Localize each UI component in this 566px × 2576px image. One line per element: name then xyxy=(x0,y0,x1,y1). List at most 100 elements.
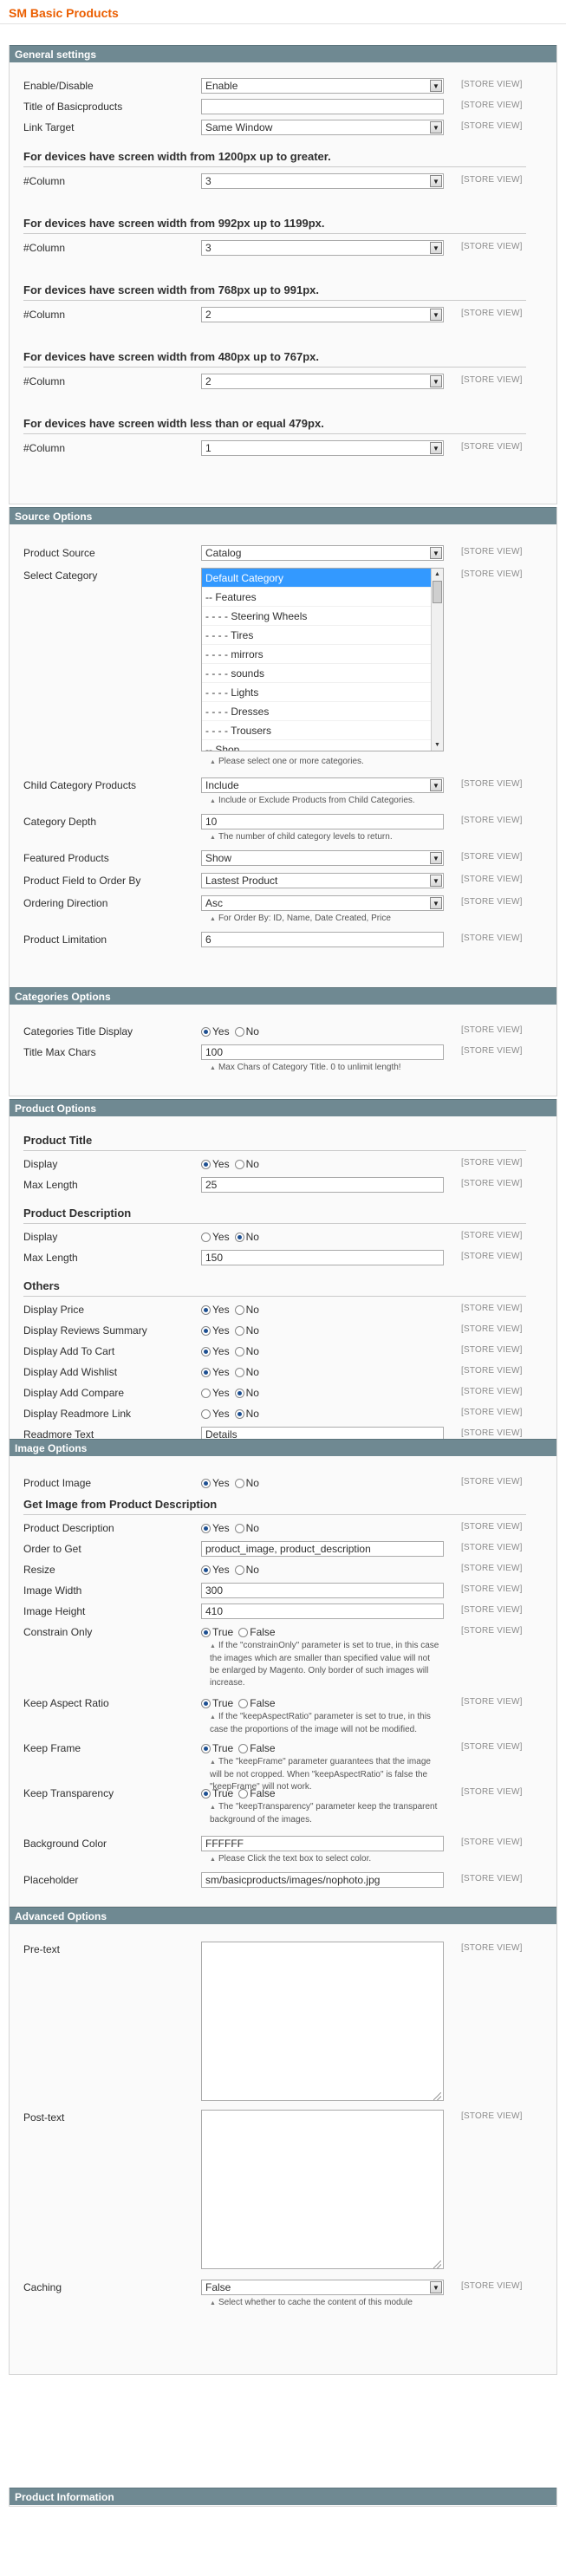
column-select-2[interactable]: 3 ▼ xyxy=(201,240,444,256)
category-option[interactable]: - - - - Tires xyxy=(202,626,443,645)
radio-circle-icon[interactable] xyxy=(201,1409,211,1419)
category-option[interactable]: -- Features xyxy=(202,588,443,607)
reviews-radios[interactable]: Yes No xyxy=(201,1324,264,1337)
radio-circle-icon[interactable] xyxy=(234,1524,244,1533)
constrain-radios[interactable]: True False xyxy=(201,1626,281,1638)
radio-no[interactable]: False xyxy=(238,1742,276,1754)
section-header-info[interactable]: Product Information xyxy=(10,2488,556,2505)
radio-yes[interactable]: Yes xyxy=(201,1408,230,1420)
radio-yes[interactable]: True xyxy=(201,1697,233,1709)
placeholder-input[interactable]: sm/basicproducts/images/nophoto.jpg xyxy=(201,1872,444,1888)
category-option[interactable]: - - - - Steering Wheels xyxy=(202,607,443,626)
radio-no[interactable]: No xyxy=(234,1025,259,1038)
enable-select[interactable]: Enable ▼ xyxy=(201,78,444,94)
radio-yes[interactable]: Yes xyxy=(201,1522,230,1534)
radio-circle-icon[interactable] xyxy=(201,1347,211,1356)
scrollbar[interactable]: ▲ ▼ xyxy=(431,569,443,751)
radio-circle-icon[interactable] xyxy=(201,1628,211,1637)
radio-circle-icon[interactable] xyxy=(234,1027,244,1037)
radio-circle-icon[interactable] xyxy=(201,1160,211,1169)
child-category-select[interactable]: Include ▼ xyxy=(201,777,444,793)
radio-circle-icon[interactable] xyxy=(234,1565,244,1575)
desc-max-input[interactable]: 150 xyxy=(201,1250,444,1265)
transparency-radios[interactable]: True False xyxy=(201,1787,281,1799)
section-header-advanced[interactable]: Advanced Options xyxy=(10,1907,556,1924)
aspect-radios[interactable]: True False xyxy=(201,1697,281,1709)
link-target-select[interactable]: Same Window ▼ xyxy=(201,120,444,135)
radio-circle-icon[interactable] xyxy=(201,1744,211,1753)
radio-yes[interactable]: Yes xyxy=(201,1324,230,1337)
height-input[interactable]: 410 xyxy=(201,1603,444,1619)
radio-circle-icon[interactable] xyxy=(201,1479,211,1488)
radio-yes[interactable]: True xyxy=(201,1626,233,1638)
radio-circle-icon[interactable] xyxy=(234,1305,244,1315)
product-source-select[interactable]: Catalog ▼ xyxy=(201,545,444,561)
radio-circle-icon[interactable] xyxy=(201,1305,211,1315)
radio-circle-icon[interactable] xyxy=(201,1233,211,1242)
radio-no[interactable]: No xyxy=(234,1345,259,1357)
radio-circle-icon[interactable] xyxy=(234,1160,244,1169)
radio-circle-icon[interactable] xyxy=(234,1233,244,1242)
radio-circle-icon[interactable] xyxy=(201,1389,211,1398)
resize-handle[interactable] xyxy=(433,2092,441,2100)
section-header-general[interactable]: General settings xyxy=(10,45,556,62)
resize-handle[interactable] xyxy=(433,2261,441,2268)
readmore-radios[interactable]: Yes No xyxy=(201,1408,264,1420)
radio-no[interactable]: No xyxy=(234,1387,259,1399)
radio-no[interactable]: No xyxy=(234,1477,259,1489)
pretext-textarea[interactable] xyxy=(201,1942,444,2101)
featured-select[interactable]: Show ▼ xyxy=(201,850,444,866)
section-header-categories[interactable]: Categories Options xyxy=(10,987,556,1005)
radio-yes[interactable]: Yes xyxy=(201,1564,230,1576)
radio-no[interactable]: No xyxy=(234,1408,259,1420)
radio-circle-icon[interactable] xyxy=(238,1699,249,1708)
section-header-source[interactable]: Source Options xyxy=(10,507,556,524)
column-select-1[interactable]: 3 ▼ xyxy=(201,173,444,189)
radio-circle-icon[interactable] xyxy=(201,1789,211,1799)
max-chars-input[interactable]: 100 xyxy=(201,1044,444,1060)
width-input[interactable]: 300 xyxy=(201,1583,444,1598)
radio-circle-icon[interactable] xyxy=(238,1789,249,1799)
radio-yes[interactable]: Yes xyxy=(201,1387,230,1399)
radio-circle-icon[interactable] xyxy=(238,1628,249,1637)
radio-no[interactable]: False xyxy=(238,1626,276,1638)
radio-yes[interactable]: Yes xyxy=(201,1345,230,1357)
category-option[interactable]: -- Shop xyxy=(202,740,443,751)
caching-select[interactable]: False ▼ xyxy=(201,2280,444,2295)
radio-yes[interactable]: Yes xyxy=(201,1158,230,1170)
bg-color-input[interactable]: FFFFFF xyxy=(201,1836,444,1851)
radio-circle-icon[interactable] xyxy=(234,1326,244,1336)
column-select-4[interactable]: 2 ▼ xyxy=(201,374,444,389)
radio-yes[interactable]: Yes xyxy=(201,1231,230,1243)
compare-radios[interactable]: Yes No xyxy=(201,1387,264,1399)
title-max-input[interactable]: 25 xyxy=(201,1177,444,1193)
product-desc-radios[interactable]: Yes No xyxy=(201,1522,264,1534)
category-option[interactable]: - - - - Lights xyxy=(202,683,443,702)
radio-circle-icon[interactable] xyxy=(201,1326,211,1336)
radio-circle-icon[interactable] xyxy=(201,1524,211,1533)
scroll-thumb[interactable] xyxy=(433,581,442,603)
resize-radios[interactable]: Yes No xyxy=(201,1564,264,1576)
column-select-3[interactable]: 2 ▼ xyxy=(201,307,444,322)
radio-no[interactable]: No xyxy=(234,1522,259,1534)
scroll-up-icon[interactable]: ▲ xyxy=(432,569,443,580)
radio-yes[interactable]: Yes xyxy=(201,1304,230,1316)
radio-no[interactable]: No xyxy=(234,1366,259,1378)
category-option[interactable]: - - - - Trousers xyxy=(202,721,443,740)
price-radios[interactable]: Yes No xyxy=(201,1304,264,1316)
radio-yes[interactable]: True xyxy=(201,1787,233,1799)
radio-yes[interactable]: Yes xyxy=(201,1477,230,1489)
cart-radios[interactable]: Yes No xyxy=(201,1345,264,1357)
order-by-select[interactable]: Lastest Product ▼ xyxy=(201,873,444,888)
radio-yes[interactable]: Yes xyxy=(201,1366,230,1378)
radio-no[interactable]: False xyxy=(238,1697,276,1709)
radio-circle-icon[interactable] xyxy=(234,1389,244,1398)
order-dir-select[interactable]: Asc ▼ xyxy=(201,895,444,911)
column-select-5[interactable]: 1 ▼ xyxy=(201,440,444,456)
depth-input[interactable]: 10 xyxy=(201,814,444,829)
radio-no[interactable]: No xyxy=(234,1158,259,1170)
order-input[interactable]: product_image, product_description xyxy=(201,1541,444,1557)
radio-no[interactable]: No xyxy=(234,1564,259,1576)
scroll-down-icon[interactable]: ▼ xyxy=(432,739,443,751)
category-multiselect[interactable]: Default Category -- Features - - - - Steer… xyxy=(201,568,444,751)
